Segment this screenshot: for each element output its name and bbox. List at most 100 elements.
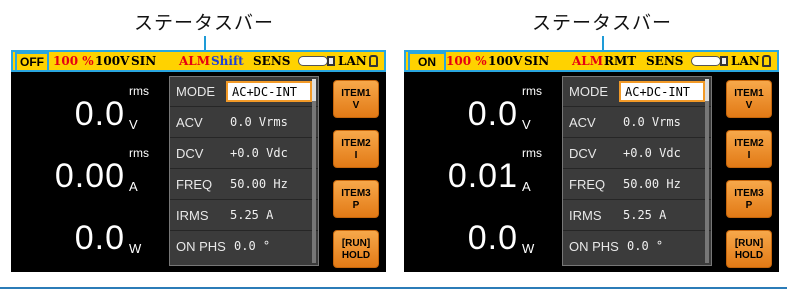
table-row-on-phs[interactable]: ON PHS 0.0 ° [563,232,711,262]
row-label: FREQ [569,177,606,192]
current-value: 0.01 [447,157,518,195]
softkey-run-hold[interactable]: [RUN] HOLD [333,230,379,268]
softkey-line2: V [352,100,360,111]
row-value: +0.0 Vdc [230,146,288,160]
mode-value-selected[interactable]: AC+DC-INT [226,81,312,102]
status-bar: ON 100 % 100V SIN ALM RMT SENS LAN [404,50,779,72]
table-row-acv[interactable]: ACV 0.0 Vrms [563,108,711,138]
power-value: 0.0 [74,219,125,257]
current-readout: 0.01 rms A [410,138,558,200]
current-unit: A [522,179,531,194]
softkey-item3[interactable]: ITEM3 P [333,180,379,218]
percent-indicator: 100 % [446,54,487,68]
bottom-rule [0,287,787,289]
softkey-line2: HOLD [341,250,371,261]
lock-icon [762,55,771,67]
mode-value-selected[interactable]: AC+DC-INT [619,81,705,102]
row-label: ON PHS [176,239,226,254]
table-row-freq[interactable]: FREQ 50.00 Hz [563,170,711,200]
voltage-range: 100V [95,54,130,68]
row-label: ACV [569,115,596,130]
softkey-line1: ITEM2 [341,138,371,149]
softkey-line1: [RUN] [341,238,371,249]
table-row-mode[interactable]: MODE AC+DC-INT [563,77,711,107]
status-bar: OFF 100 % 100V SIN ALM Shift SENS LAN [11,50,386,72]
softkey-line1: ITEM1 [341,88,371,99]
output-status-badge[interactable]: ON [408,52,446,72]
row-value: 50.00 Hz [230,177,288,191]
caption-pointer-left [204,36,206,50]
table-row-dcv[interactable]: DCV +0.0 Vdc [170,139,318,169]
current-value: 0.00 [54,157,125,195]
scrollbar-thumb[interactable] [705,79,709,101]
lan-cable-icon [298,56,328,66]
status-bar-caption-right: ステータスバー [531,12,672,34]
power-readout: 0.0 W [410,200,558,262]
table-row-irms[interactable]: IRMS 5.25 A [563,201,711,231]
softkey-line2: HOLD [734,250,764,261]
softkey-item1[interactable]: ITEM1 V [726,80,772,118]
softkey-line1: ITEM1 [734,88,764,99]
row-label: IRMS [569,208,602,223]
current-readout: 0.00 rms A [17,138,165,200]
settings-table: MODE AC+DC-INT ACV 0.0 Vrms DCV +0.0 Vdc… [562,76,712,266]
power-unit: W [522,241,535,256]
voltage-value: 0.0 [74,95,125,133]
row-label: MODE [569,84,608,99]
softkey-item3[interactable]: ITEM3 P [726,180,772,218]
lan-port-icon [720,56,728,66]
sense-indicator: SENS [646,54,684,68]
lan-port-icon [327,56,335,66]
status-bar-caption-left: ステータスバー [133,12,274,34]
voltage-sup: rms [129,84,149,98]
table-row-mode[interactable]: MODE AC+DC-INT [170,77,318,107]
voltage-sup: rms [522,84,542,98]
table-row-on-phs[interactable]: ON PHS 0.0 ° [170,232,318,262]
voltage-unit: V [522,117,531,132]
row-value: 0.0 ° [234,239,271,253]
softkey-item2[interactable]: ITEM2 I [333,130,379,168]
softkey-item2[interactable]: ITEM2 I [726,130,772,168]
table-row-freq[interactable]: FREQ 50.00 Hz [170,170,318,200]
softkey-line2: I [747,150,751,161]
sense-indicator: SENS [253,54,291,68]
table-row-acv[interactable]: ACV 0.0 Vrms [170,108,318,138]
row-value: 50.00 Hz [623,177,681,191]
softkey-line1: ITEM3 [734,188,764,199]
lock-icon [369,55,378,67]
voltage-readout: 0.0 rms V [17,76,165,138]
table-row-dcv[interactable]: DCV +0.0 Vdc [563,139,711,169]
remote-indicator: RMT [604,54,637,68]
row-label: DCV [569,146,597,161]
voltage-range: 100V [488,54,523,68]
settings-table: MODE AC+DC-INT ACV 0.0 Vrms DCV +0.0 Vdc… [169,76,319,266]
voltage-value: 0.0 [467,95,518,133]
power-readout: 0.0 W [17,200,165,262]
shift-indicator: Shift [211,54,244,68]
row-label: MODE [176,84,215,99]
softkey-item1[interactable]: ITEM1 V [333,80,379,118]
row-value: 0.0 Vrms [623,115,681,129]
row-value: 0.0 Vrms [230,115,288,129]
alarm-indicator: ALM [572,54,604,68]
current-sup: rms [129,146,149,160]
softkey-line2: I [354,150,358,161]
caption-pointer-right [602,36,604,50]
row-value: +0.0 Vdc [623,146,681,160]
waveform-indicator: SIN [524,54,550,68]
softkey-line2: P [352,200,360,211]
table-scrollbar[interactable] [705,79,709,263]
table-scrollbar[interactable] [312,79,316,263]
voltage-unit: V [129,117,138,132]
softkey-line1: ITEM2 [734,138,764,149]
softkey-line1: [RUN] [734,238,764,249]
lan-cable-icon [691,56,721,66]
row-value: 5.25 A [623,208,667,222]
row-label: DCV [176,146,204,161]
scrollbar-thumb[interactable] [312,79,316,101]
row-label: ACV [176,115,203,130]
output-status-badge[interactable]: OFF [15,52,49,72]
current-unit: A [129,179,138,194]
softkey-run-hold[interactable]: [RUN] HOLD [726,230,772,268]
table-row-irms[interactable]: IRMS 5.25 A [170,201,318,231]
